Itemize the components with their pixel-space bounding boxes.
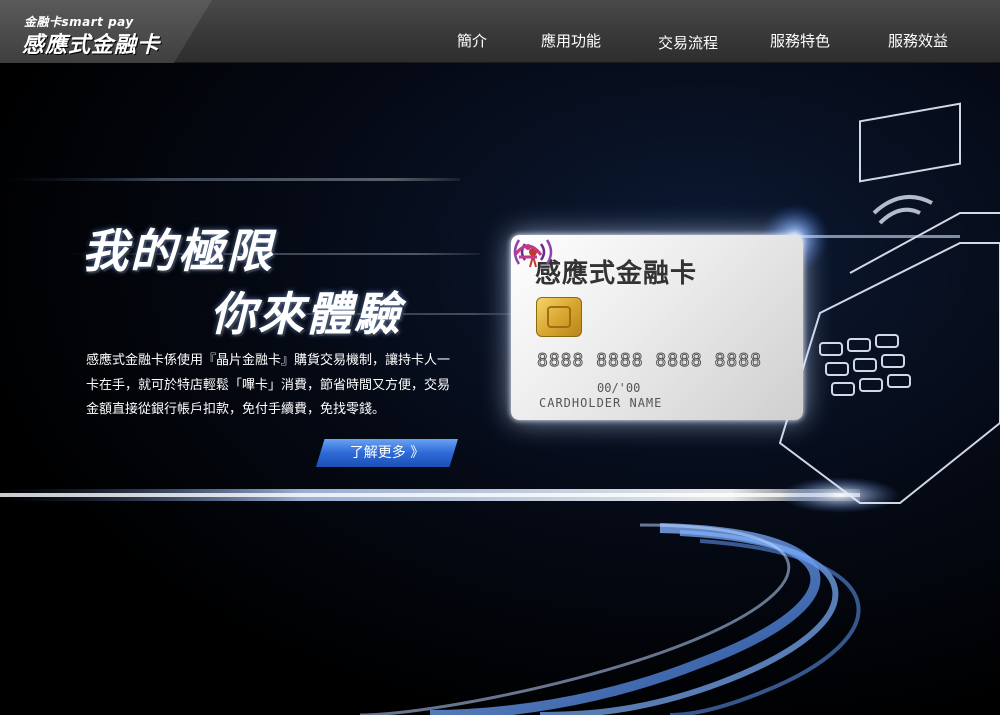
hero-description: 感應式金融卡係使用『晶片金融卡』購貨交易機制，讓持卡人一卡在手，就可於特店輕鬆「… (86, 353, 451, 417)
learn-more-button[interactable]: 了解更多 》 (316, 439, 458, 467)
wireless-waves-icon (872, 195, 933, 225)
card-title: 感應式金融卡 (535, 259, 698, 289)
nav-item-features[interactable]: 應用功能 (541, 30, 601, 51)
nav-item-intro[interactable]: 簡介 (457, 30, 487, 51)
hero-banner: 我的極限 你來體驗 感應式金融卡係使用『晶片金融卡』購貨交易機制，讓持卡人一卡在… (0, 63, 1000, 715)
hero-headline-line1: 我的極限 (82, 224, 274, 278)
hero-headline-line2: 你來體驗 (210, 287, 402, 341)
contactless-card-illustration: 感應式金融卡 8888 8888 8888 8888 00/'00 CARDHO… (511, 235, 803, 420)
card-holder-name: CARDHOLDER NAME (539, 396, 663, 410)
nav-item-service-benefits[interactable]: 服務效益 (888, 30, 948, 51)
main-nav: 簡介 應用功能 交易流程 服務特色 服務效益 (0, 0, 1000, 63)
card-number: 8888 8888 8888 8888 (537, 350, 762, 372)
card-chip-icon (536, 297, 582, 337)
top-header: 金融卡smart pay 感應式金融卡 簡介 應用功能 交易流程 服務特色 服務… (0, 0, 1000, 63)
nav-item-transaction-flow[interactable]: 交易流程 (658, 32, 718, 53)
pos-terminal-illustration (778, 102, 1000, 504)
card-expiry: 00/'00 (597, 381, 641, 395)
nav-item-service-features[interactable]: 服務特色 (770, 30, 830, 51)
bank-logo-icon (513, 244, 543, 259)
